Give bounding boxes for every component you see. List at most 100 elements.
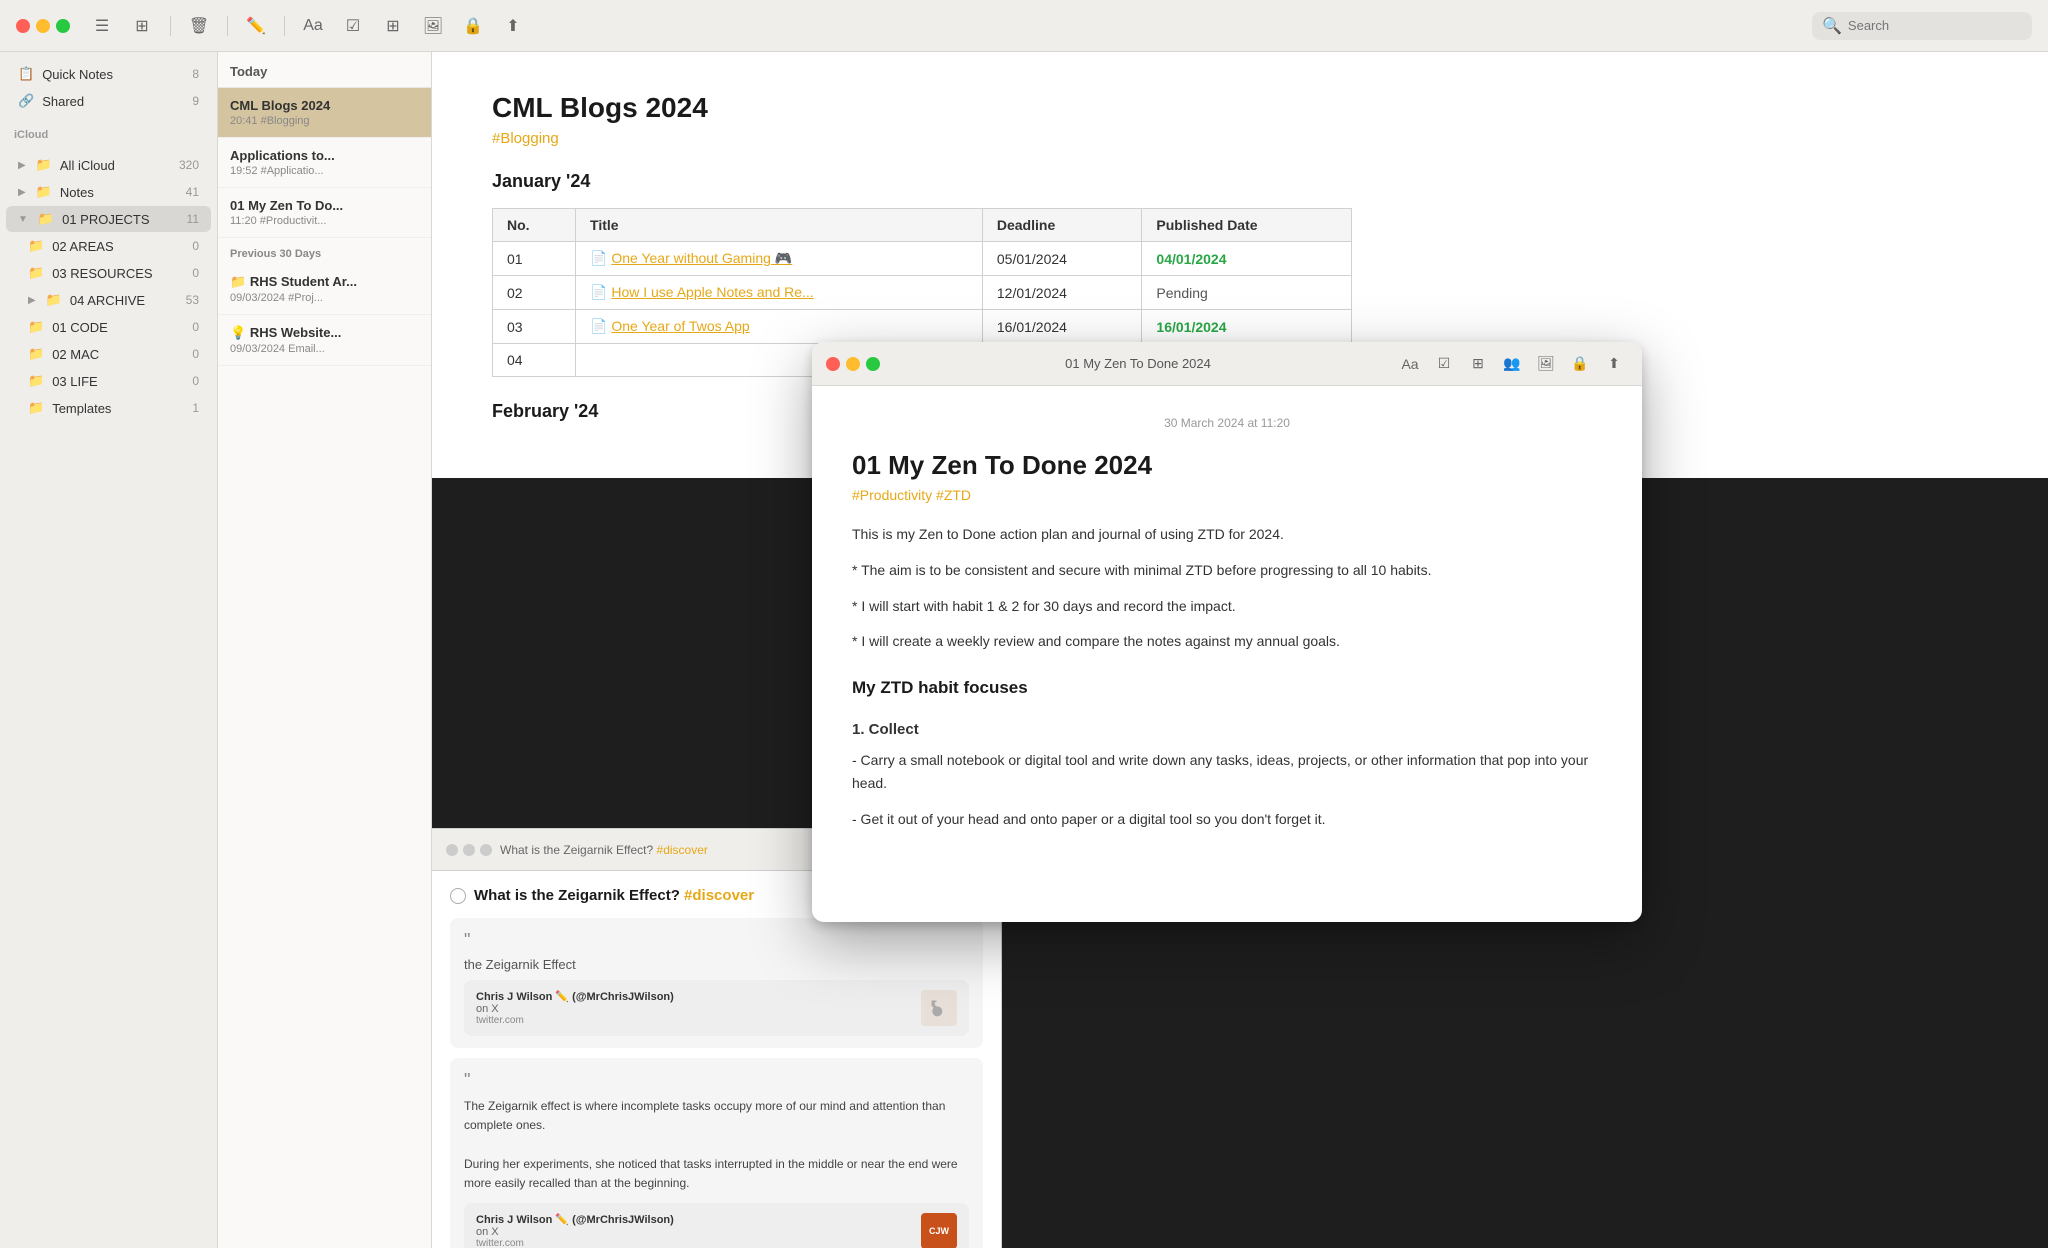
- shared-icon: 🔗: [18, 93, 34, 109]
- link-apple-notes[interactable]: How I use Apple Notes and Re...: [611, 284, 813, 300]
- sidebar-icloud-section: ▶ 📁 All iCloud 320 ▶ 📁 Notes 41 ▼ 📁 01 P…: [0, 143, 217, 430]
- delete-icon[interactable]: 🗑: [183, 10, 215, 42]
- lock-icon[interactable]: 🔒: [457, 10, 489, 42]
- floating-section1-b1: - Carry a small notebook or digital tool…: [852, 749, 1602, 797]
- note-item-applications[interactable]: Applications to... 19:52 #Applicatio...: [218, 138, 431, 188]
- floating-section1-title: 1. Collect: [852, 717, 1602, 743]
- 01-projects-count: 11: [187, 212, 199, 226]
- share-icon[interactable]: ⬆: [497, 10, 529, 42]
- floating-minimize-button[interactable]: [846, 357, 860, 371]
- table-insert-icon[interactable]: ⊞: [377, 10, 409, 42]
- floating-image-icon[interactable]: 🖼: [1532, 350, 1560, 378]
- cell-title-03: 📄 One Year of Twos App: [576, 310, 983, 344]
- table-row: 02 📄 How I use Apple Notes and Re... 12/…: [493, 276, 1352, 310]
- content-area: CML Blogs 2024 #Blogging January '24 No.…: [432, 52, 2048, 1248]
- note-item-zen-todo[interactable]: 01 My Zen To Do... 11:20 #Productivit...: [218, 188, 431, 238]
- floating-intro: This is my Zen to Done action plan and j…: [852, 523, 1602, 547]
- link-gaming[interactable]: One Year without Gaming 🎮: [611, 250, 792, 266]
- shared-count: 9: [192, 94, 199, 108]
- grid-view-icon[interactable]: ⊞: [126, 10, 158, 42]
- avatar-initials: CJW: [929, 1226, 949, 1236]
- sidebar-item-templates[interactable]: 📁 Templates 1: [6, 395, 211, 421]
- note-meta-cml-blogs: 20:41 #Blogging: [230, 115, 419, 127]
- zeigarnik-content: What is the Zeigarnik Effect? #discover …: [432, 871, 1001, 1248]
- note-tag-3: #Productivit...: [260, 215, 327, 227]
- compose-icon[interactable]: ✏️: [240, 10, 272, 42]
- note-main-hashtag: #Blogging: [492, 130, 1988, 147]
- note-time: 20:41: [230, 115, 258, 127]
- floating-note-title: 01 My Zen To Done 2024: [852, 450, 1602, 481]
- note-title-rhs-student: 📁 RHS Student Ar...: [230, 274, 419, 290]
- close-button[interactable]: [16, 19, 30, 33]
- floating-window: 01 My Zen To Done 2024 Aa ☑ ⊞ 👥 🖼 🔒 ⬆ 30…: [812, 342, 1642, 922]
- sidebar-item-04-archive[interactable]: ▶ 📁 04 ARCHIVE 53: [6, 287, 211, 313]
- tweet-url-2: twitter.com: [476, 1238, 911, 1248]
- floating-close-button[interactable]: [826, 357, 840, 371]
- floating-font-icon[interactable]: Aa: [1396, 350, 1424, 378]
- templates-count: 1: [192, 401, 199, 415]
- sidebar-item-03-resources[interactable]: 📁 03 RESOURCES 0: [6, 260, 211, 286]
- areas-folder-icon: 📁: [28, 238, 44, 254]
- toolbar-separator-2: [227, 16, 228, 36]
- floating-share-icon[interactable]: ⬆: [1600, 350, 1628, 378]
- link-twos-app[interactable]: One Year of Twos App: [611, 318, 749, 334]
- search-bar[interactable]: 🔍: [1812, 12, 2032, 40]
- list-view-icon[interactable]: ☰: [86, 10, 118, 42]
- quote-text-preview: the Zeigarnik Effect: [464, 957, 969, 972]
- chevron-icon-4: ▶: [28, 295, 36, 306]
- tweet-info-1: Chris J Wilson ✏️ (@MrChrisJWilson) on X…: [476, 990, 911, 1026]
- quick-notes-label: Quick Notes: [42, 67, 184, 82]
- code-folder-icon: 📁: [28, 319, 44, 335]
- floating-table-icon[interactable]: ⊞: [1464, 350, 1492, 378]
- cell-deadline-03: 16/01/2024: [982, 310, 1142, 344]
- sidebar-item-quick-notes[interactable]: 📋 Quick Notes 8: [6, 61, 211, 87]
- quick-notes-icon: 📋: [18, 66, 34, 82]
- notes-list-content: CML Blogs 2024 20:41 #Blogging Applicati…: [218, 88, 431, 1248]
- sidebar-top-section: 📋 Quick Notes 8 🔗 Shared 9: [0, 52, 217, 123]
- maximize-button[interactable]: [56, 19, 70, 33]
- sidebar-item-02-mac[interactable]: 📁 02 MAC 0: [6, 341, 211, 367]
- checklist-icon[interactable]: ☑: [337, 10, 369, 42]
- note-item-rhs-website[interactable]: 💡 RHS Website... 09/03/2024 Email...: [218, 315, 431, 366]
- sidebar-item-01-code[interactable]: 📁 01 CODE 0: [6, 314, 211, 340]
- icloud-group-label: iCloud: [0, 123, 217, 143]
- floating-collab-icon[interactable]: 👥: [1498, 350, 1526, 378]
- minimize-button[interactable]: [36, 19, 50, 33]
- note-link-icon-02: 📄: [590, 284, 611, 300]
- sidebar-item-03-life[interactable]: 📁 03 LIFE 0: [6, 368, 211, 394]
- zeigarnik-tl-1: [446, 844, 458, 856]
- tweet-avatar-placeholder: [921, 990, 957, 1026]
- sidebar-item-all-icloud[interactable]: ▶ 📁 All iCloud 320: [6, 152, 211, 178]
- note-item-cml-blogs[interactable]: CML Blogs 2024 20:41 #Blogging: [218, 88, 431, 138]
- image-insert-icon[interactable]: 🖼: [417, 10, 449, 42]
- sidebar-item-01-projects[interactable]: ▼ 📁 01 PROJECTS 11: [6, 206, 211, 232]
- note-tag: #Blogging: [261, 115, 310, 127]
- note-title-applications: Applications to...: [230, 148, 419, 163]
- tweet-platform-2: on X: [476, 1226, 911, 1238]
- search-input[interactable]: [1848, 18, 2022, 33]
- sidebar-item-notes[interactable]: ▶ 📁 Notes 41: [6, 179, 211, 205]
- cell-no-01: 01: [493, 242, 576, 276]
- floating-checklist-icon[interactable]: ☑: [1430, 350, 1458, 378]
- floating-lock-icon[interactable]: 🔒: [1566, 350, 1594, 378]
- floating-hashtag: #Productivity #ZTD: [852, 487, 1602, 503]
- note-tag-2: #Applicatio...: [261, 165, 324, 177]
- note-item-rhs-student[interactable]: 📁 RHS Student Ar... 09/03/2024 #Proj...: [218, 264, 431, 315]
- 02-areas-label: 02 AREAS: [52, 239, 184, 254]
- floating-bullet-2: * I will start with habit 1 & 2 for 30 d…: [852, 595, 1602, 619]
- bulb-icon-rhs: 💡: [230, 325, 250, 340]
- note-meta-zen-todo: 11:20 #Productivit...: [230, 215, 419, 227]
- table-row: 01 📄 One Year without Gaming 🎮 05/01/202…: [493, 242, 1352, 276]
- note-link-icon-03: 📄: [590, 318, 611, 334]
- floating-titlebar: 01 My Zen To Done 2024 Aa ☑ ⊞ 👥 🖼 🔒 ⬆: [812, 342, 1642, 386]
- floating-maximize-button[interactable]: [866, 357, 880, 371]
- sidebar-item-02-areas[interactable]: 📁 02 AREAS 0: [6, 233, 211, 259]
- zeigarnik-checkbox[interactable]: [450, 888, 466, 904]
- col-published: Published Date: [1142, 209, 1352, 242]
- traffic-lights: [16, 19, 70, 33]
- sidebar-item-shared[interactable]: 🔗 Shared 9: [6, 88, 211, 114]
- resources-folder-icon: 📁: [28, 265, 44, 281]
- quick-notes-count: 8: [192, 67, 199, 81]
- font-icon[interactable]: Aa: [297, 10, 329, 42]
- floating-bullet-3: * I will create a weekly review and comp…: [852, 630, 1602, 654]
